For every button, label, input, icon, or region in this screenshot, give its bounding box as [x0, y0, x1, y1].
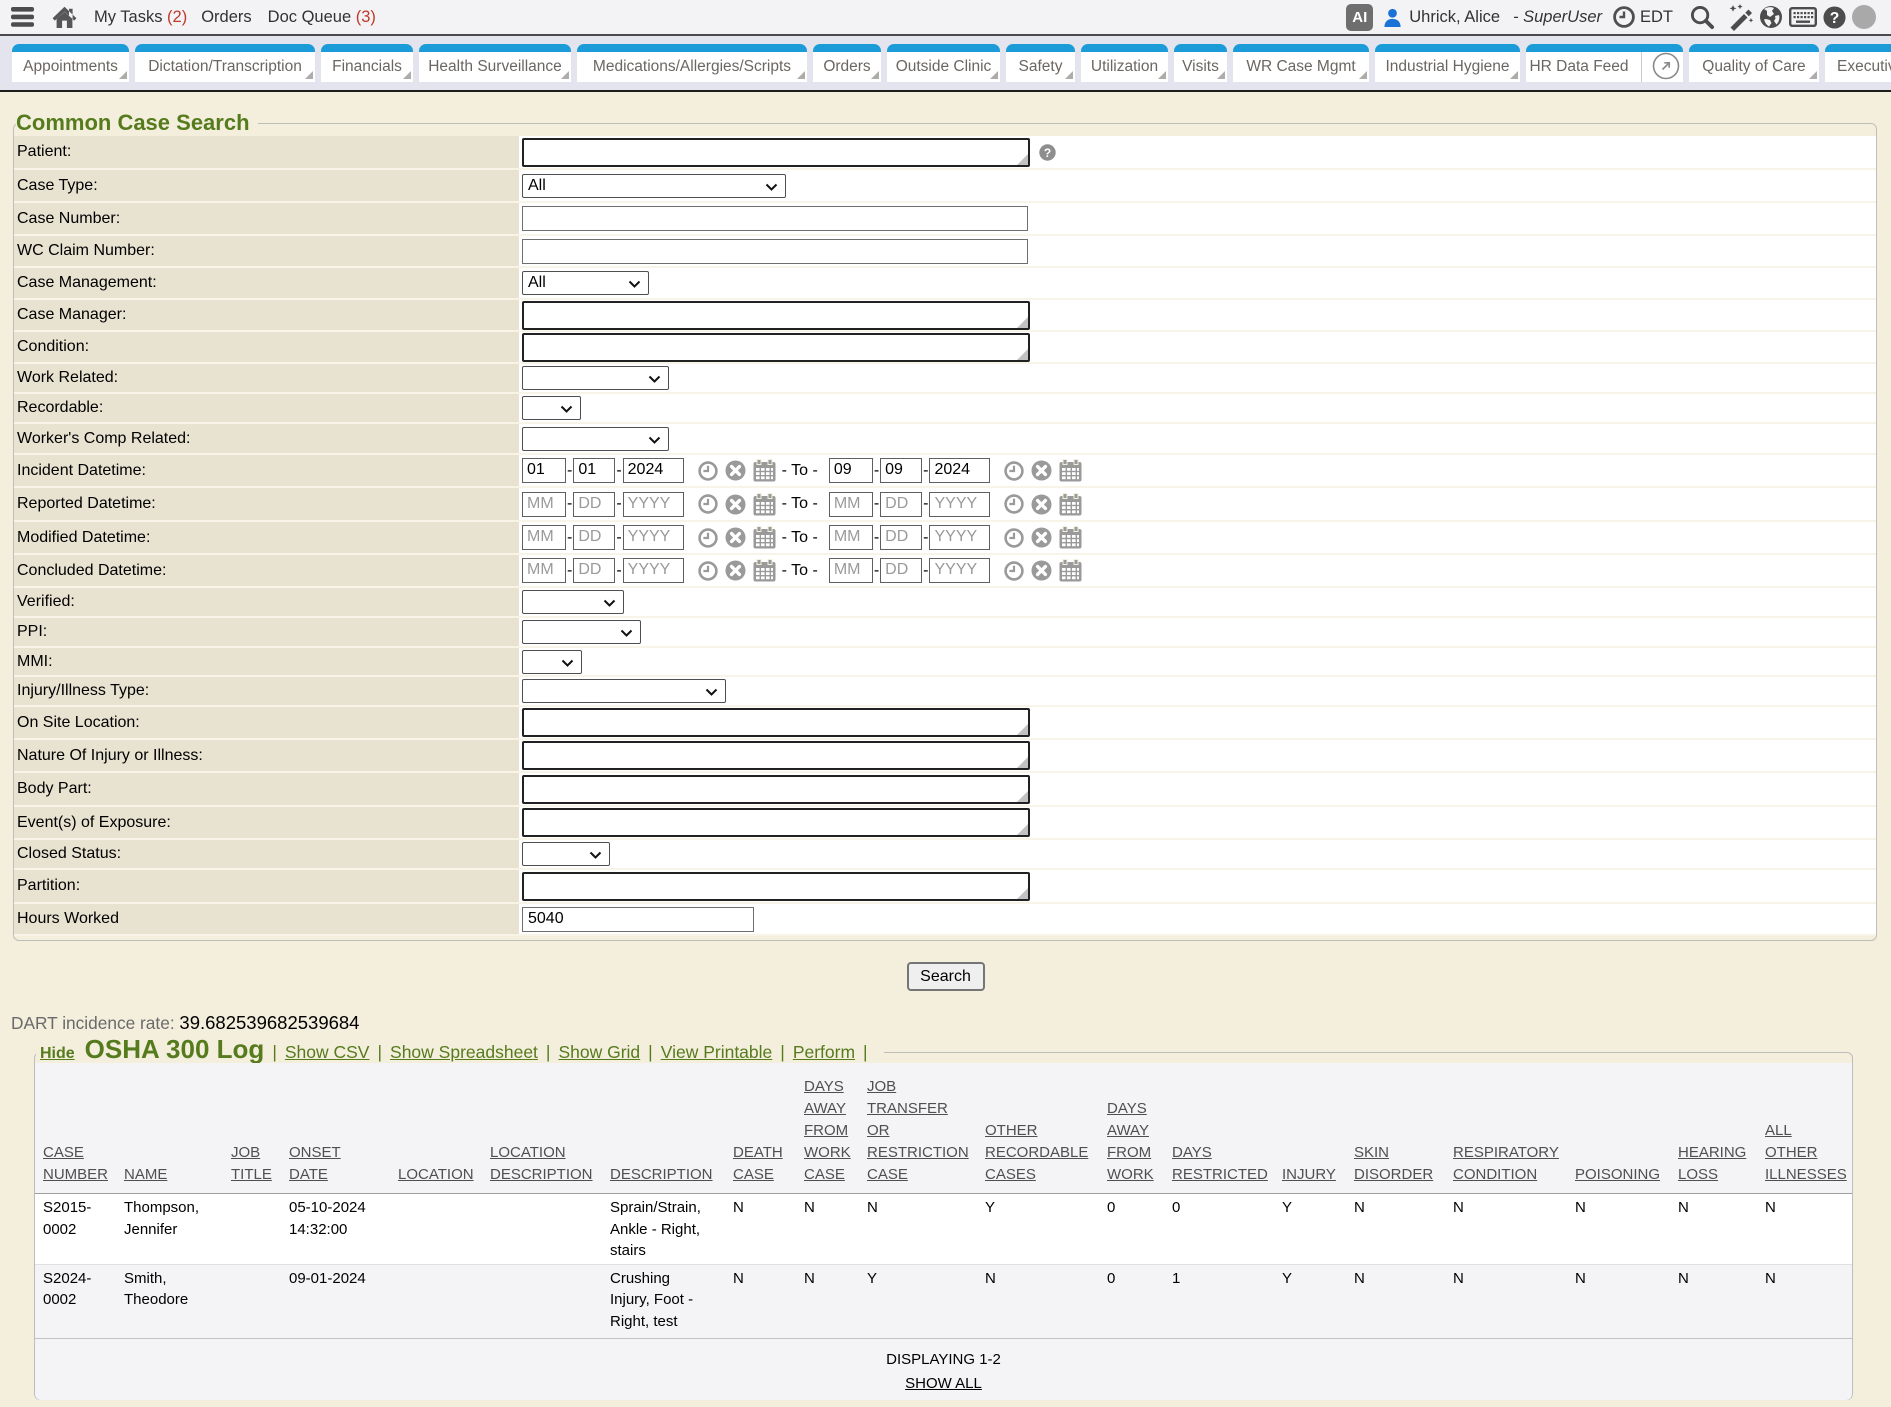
svg-text:?: ? [1044, 146, 1051, 160]
svg-text:?: ? [1830, 9, 1840, 26]
